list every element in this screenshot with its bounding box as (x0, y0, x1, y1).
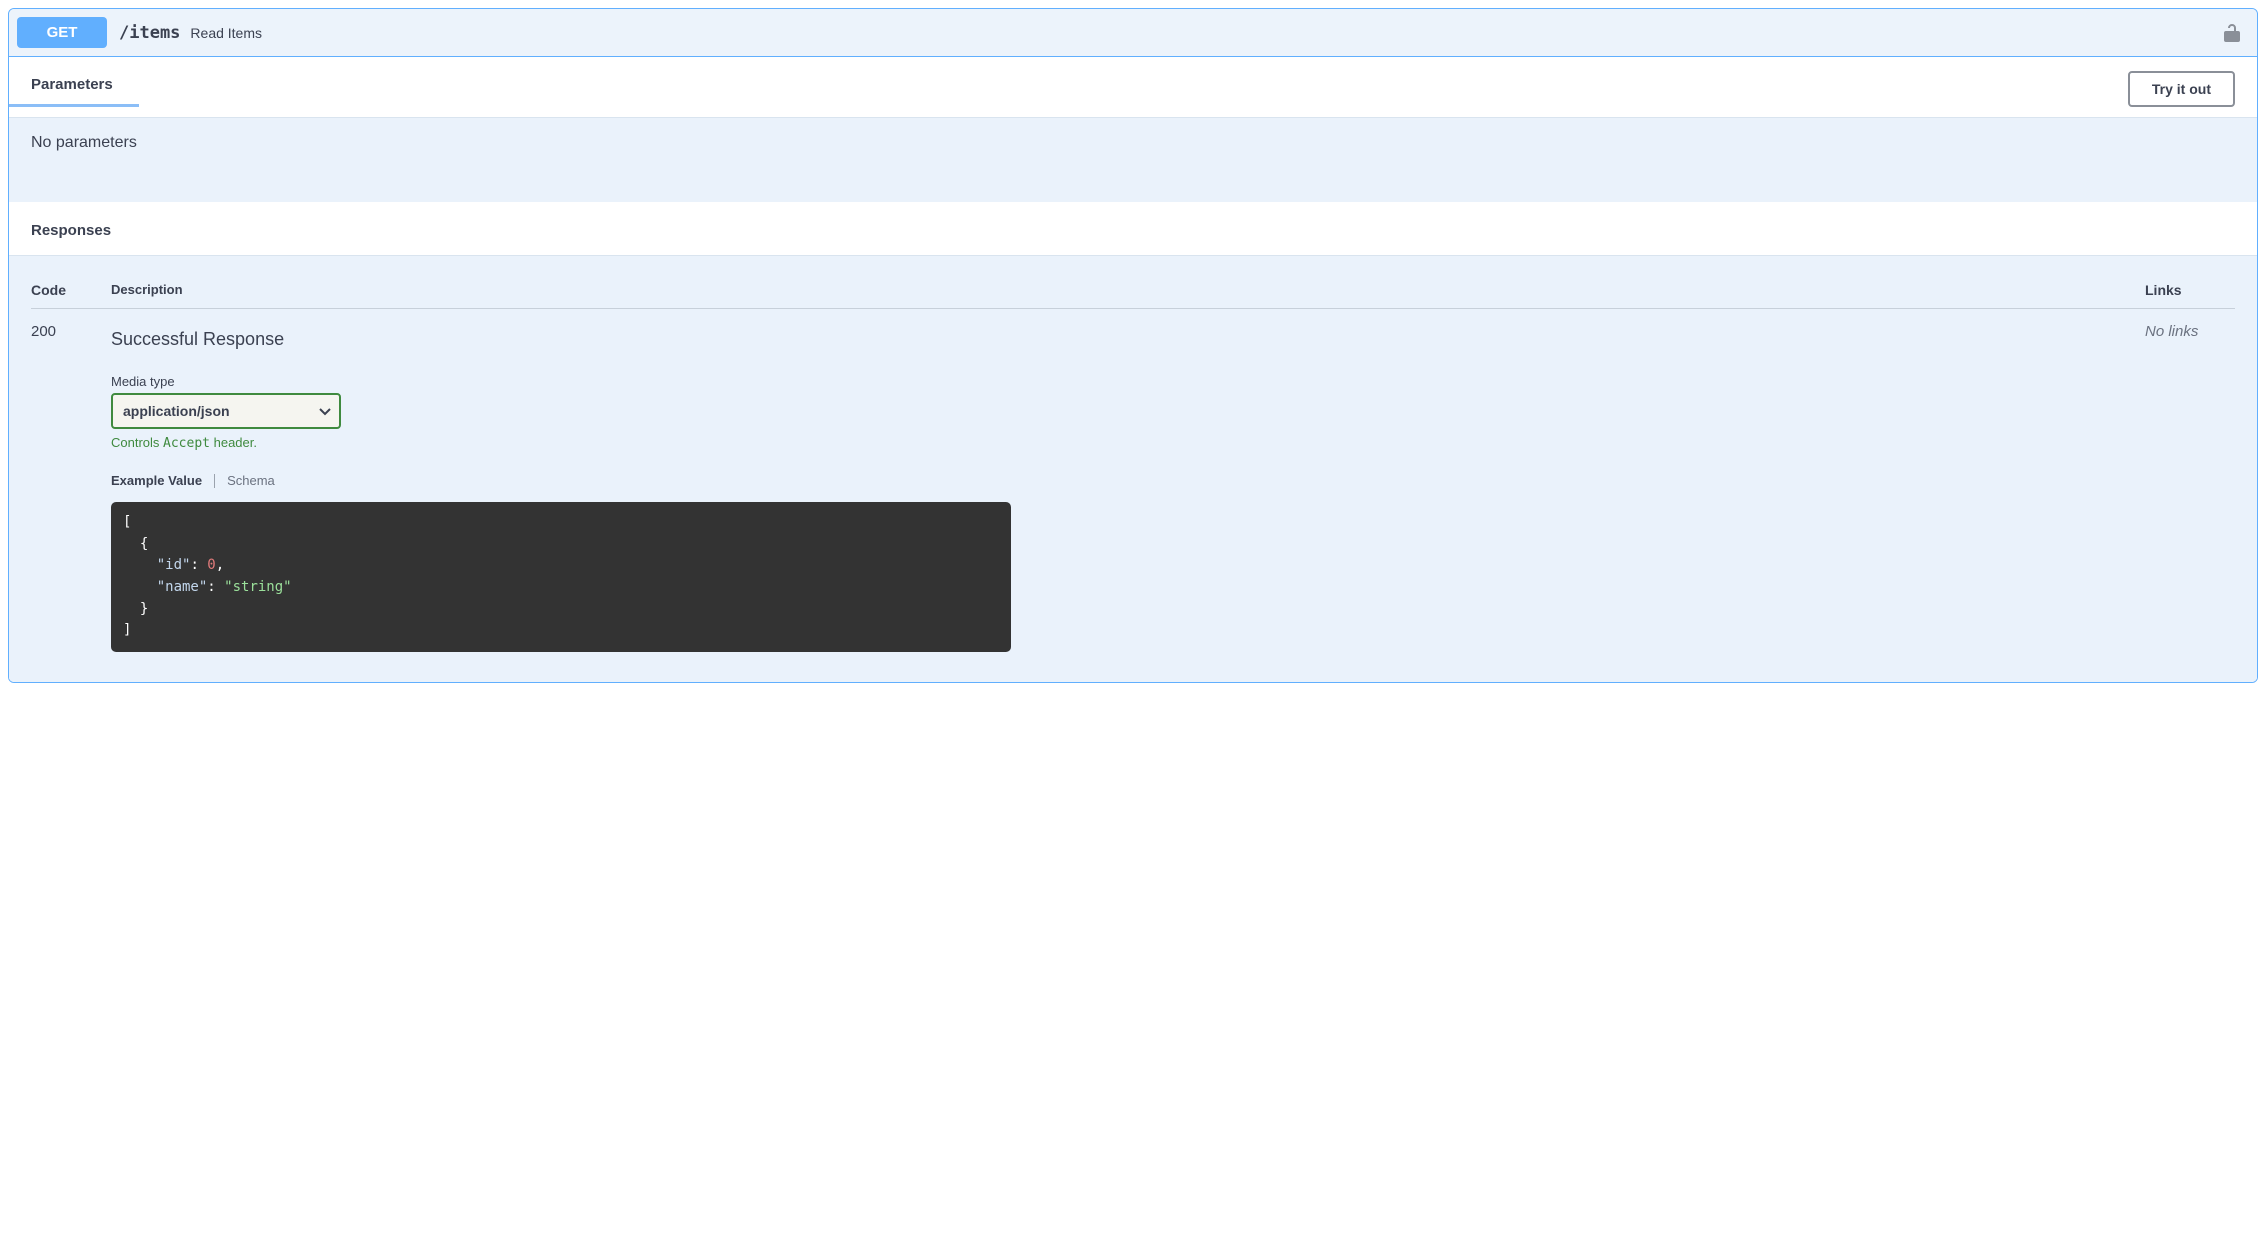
operation-summary-row[interactable]: GET /items Read Items (9, 9, 2257, 57)
response-description-column: Successful Response Media type applicati… (111, 323, 2145, 652)
accept-prefix: Controls (111, 435, 163, 450)
json-colon: : (190, 557, 207, 573)
json-line: [ (123, 514, 131, 530)
operation-block: GET /items Read Items Parameters Try it … (8, 8, 2258, 683)
parameters-title: Parameters (31, 76, 113, 103)
json-line: } (123, 601, 148, 617)
http-method-badge: GET (17, 17, 107, 48)
json-line: { (123, 536, 148, 552)
example-json-block: [ { "id": 0, "name": "string" } ] (111, 502, 1011, 652)
column-links: Links (2145, 282, 2235, 298)
column-description: Description (111, 282, 2145, 298)
response-code: 200 (31, 323, 111, 652)
json-comma: , (216, 557, 224, 573)
no-parameters-text: No parameters (31, 134, 137, 151)
tab-schema[interactable]: Schema (227, 473, 275, 488)
operation-body: Parameters Try it out No parameters Resp… (9, 57, 2257, 682)
response-description: Successful Response (111, 329, 2145, 350)
responses-title: Responses (9, 202, 2257, 255)
response-row: 200 Successful Response Media type appli… (31, 309, 2235, 652)
accept-code: Accept (163, 436, 210, 451)
tab-example-value[interactable]: Example Value (111, 473, 202, 488)
json-string: "string" (224, 579, 291, 595)
json-number: 0 (207, 557, 215, 573)
tab-divider (214, 474, 215, 488)
try-it-out-button[interactable]: Try it out (2128, 71, 2235, 107)
accept-suffix: header. (210, 435, 257, 450)
example-schema-tabs: Example Value Schema (111, 473, 2145, 488)
json-key: "id" (157, 557, 191, 573)
json-key: "name" (157, 579, 208, 595)
json-colon: : (207, 579, 224, 595)
responses-body: Code Description Links 200 Successful Re… (9, 255, 2257, 682)
parameters-header: Parameters Try it out (9, 57, 2257, 117)
accept-header-note: Controls Accept header. (111, 435, 2145, 451)
response-links: No links (2145, 323, 2235, 652)
endpoint-path: /items (119, 23, 180, 43)
media-type-select[interactable]: application/json (111, 393, 341, 429)
endpoint-summary: Read Items (190, 25, 262, 41)
json-line: ] (123, 622, 131, 638)
parameters-body: No parameters (9, 117, 2257, 202)
responses-table-header: Code Description Links (31, 270, 2235, 309)
media-type-label: Media type (111, 374, 2145, 389)
column-code: Code (31, 282, 111, 298)
media-type-select-wrap: application/json (111, 393, 341, 429)
unlock-icon[interactable] (2223, 23, 2241, 43)
